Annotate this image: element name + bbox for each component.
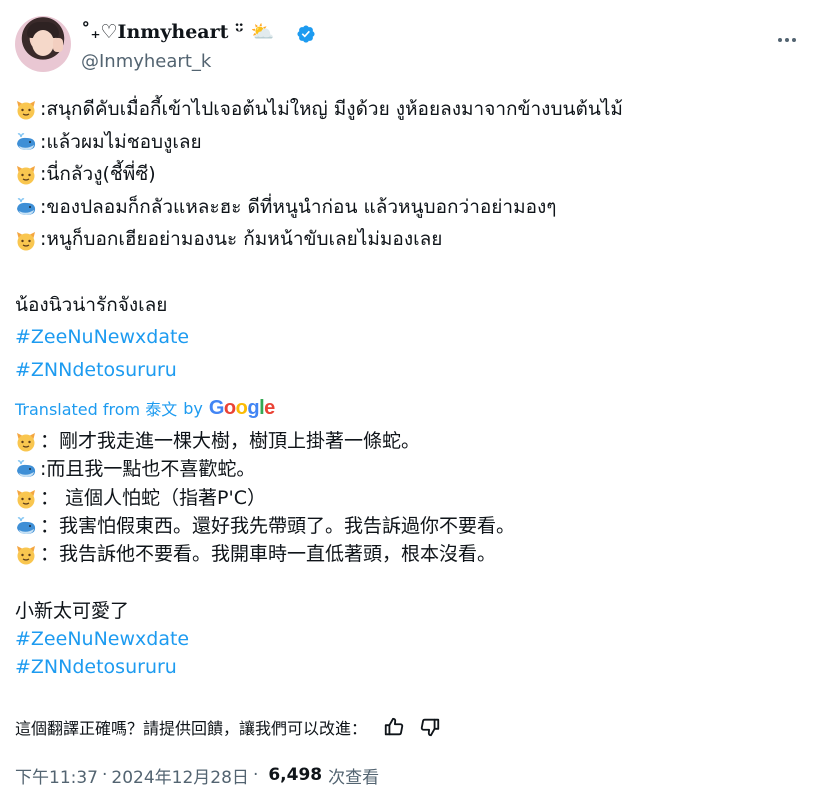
hashtag-link[interactable]: #ZeeNuNewxdate (15, 321, 189, 354)
thumbs-down-icon[interactable] (419, 716, 441, 738)
meta-separator: · (102, 765, 108, 785)
hashtag-link[interactable]: #ZNNdetosururu (15, 354, 177, 387)
hashtag-row: #ZNNdetosururu (15, 653, 805, 681)
whale-emoji-icon (17, 133, 36, 150)
tweet-line: :นี่กลัวงู(ชี้พี่ซี) (15, 158, 805, 191)
avatar[interactable] (15, 16, 71, 72)
translation-line: :而且我一點也不喜歡蛇。 (15, 455, 805, 483)
hashtag-link[interactable]: #ZeeNuNewxdate (15, 625, 189, 653)
tweet-line: :หนูก็บอกเฮียอย่ามองนะ ก้มหน้าขับเลยไม่ม… (15, 223, 805, 256)
translation-line-text: ： 這個人怕蛇（指著P'C） (40, 486, 266, 509)
hashtag-row: #ZNNdetosururu (15, 354, 805, 387)
hashtag-row: #ZeeNuNewxdate (15, 625, 805, 653)
tweet-line-text: :หนูก็บอกเฮียอย่ามองนะ ก้มหน้าขับเลยไม่ม… (40, 228, 443, 251)
translation-closing-text: 小新太可愛了 (15, 599, 130, 622)
whale-emoji-icon (17, 460, 36, 478)
tweet-text: :สนุกดีคับเมื่อกี้เข้าไปเจอต้นไม่ใหญ่ มี… (15, 93, 805, 386)
translation-line-text: ：我告訴他不要看。我開車時一直低著頭，根本沒看。 (40, 543, 497, 566)
cat-emoji-icon (17, 231, 35, 251)
view-count-label: 次查看 (328, 767, 380, 788)
tweet-line-text: :สนุกดีคับเมื่อกี้เข้าไปเจอต้นไม่ใหญ่ มี… (40, 98, 623, 120)
cat-emoji-icon (17, 101, 35, 120)
translation-closing: 小新太可愛了 (15, 597, 805, 625)
tweet-line: :สนุกดีคับเมื่อกี้เข้าไปเจอต้นไม่ใหญ่ มี… (15, 93, 805, 126)
translation-text: ：剛才我走進一棵大樹，樹頂上掛著一條蛇。 :而且我一點也不喜歡蛇。 ： 這個人怕… (15, 427, 805, 682)
tweet-time[interactable]: 下午11:37 (15, 763, 98, 788)
cat-emoji-icon (17, 489, 35, 509)
google-logo: Google (208, 396, 275, 419)
tweet-meta: 下午11:37 · 2024年12月28日 · 6,498 次查看 (15, 762, 379, 788)
cat-emoji-icon (17, 433, 35, 452)
hashtag-link[interactable]: #ZNNdetosururu (15, 653, 177, 681)
translation-line-text: ：剛才我走進一棵大樹，樹頂上掛著一條蛇。 (40, 430, 421, 452)
tweet-line-text: :ของปลอมก็กลัวแหละฮะ ดีที่หนูนำก่อน แล้ว… (40, 195, 557, 218)
translation-line: ：我害怕假東西。還好我先帶頭了。我告訴過你不要看。 (15, 512, 805, 540)
more-options-button[interactable] (775, 28, 799, 52)
tweet-line-text: :นี่กลัวงู(ชี้พี่ซี) (40, 163, 156, 186)
verified-badge-icon (297, 25, 315, 43)
handle[interactable]: @Inmyheart_k (81, 51, 211, 72)
tweet-date[interactable]: 2024年12月28日 (111, 763, 249, 788)
tweet-closing: น้องนิวน่ารักจังเลย (15, 289, 805, 322)
whale-emoji-icon (17, 198, 36, 216)
feedback-prompt: 這個翻譯正確嗎？請提供回饋，讓我們可以改進： (15, 719, 368, 738)
translated-by-label: by (183, 398, 203, 418)
translation-attribution[interactable]: Translated from 泰文 by Google (15, 396, 275, 420)
translation-line: ：我告訴他不要看。我開車時一直低著頭，根本沒看。 (15, 540, 805, 568)
translation-feedback: 這個翻譯正確嗎？請提供回饋，讓我們可以改進： (15, 713, 441, 741)
tweet-line: :แล้วผมไม่ชอบงูเลย (15, 126, 805, 159)
tweet-line: :ของปลอมก็กลัวแหละฮะ ดีที่หนูนำก่อน แล้ว… (15, 191, 805, 224)
cat-emoji-icon (17, 166, 35, 185)
translation-line: ： 這個人怕蛇（指著P'C） (15, 484, 805, 512)
view-count: 6,498 (268, 765, 323, 785)
display-name[interactable]: ˚₊♡Inmyheart ᵕ̈ ⛅ (81, 20, 274, 43)
thumbs-up-icon[interactable] (383, 716, 405, 738)
cat-emoji-icon (17, 546, 35, 565)
translated-from-label[interactable]: Translated from 泰文 (15, 396, 177, 420)
translation-line-text: ：我害怕假東西。還好我先帶頭了。我告訴過你不要看。 (40, 514, 516, 537)
tweet-line-text: :แล้วผมไม่ชอบงูเลย (40, 130, 202, 153)
meta-separator: · (252, 765, 259, 785)
whale-emoji-icon (17, 517, 36, 535)
translation-line: ：剛才我走進一棵大樹，樹頂上掛著一條蛇。 (15, 427, 805, 455)
tweet-closing-text: น้องนิวน่ารักจังเลย (15, 293, 168, 316)
translation-line-text: :而且我一點也不喜歡蛇。 (40, 458, 256, 481)
hashtag-row: #ZeeNuNewxdate (15, 321, 805, 354)
tweet-header: ˚₊♡Inmyheart ᵕ̈ ⛅ @Inmyheart_k (15, 16, 799, 76)
